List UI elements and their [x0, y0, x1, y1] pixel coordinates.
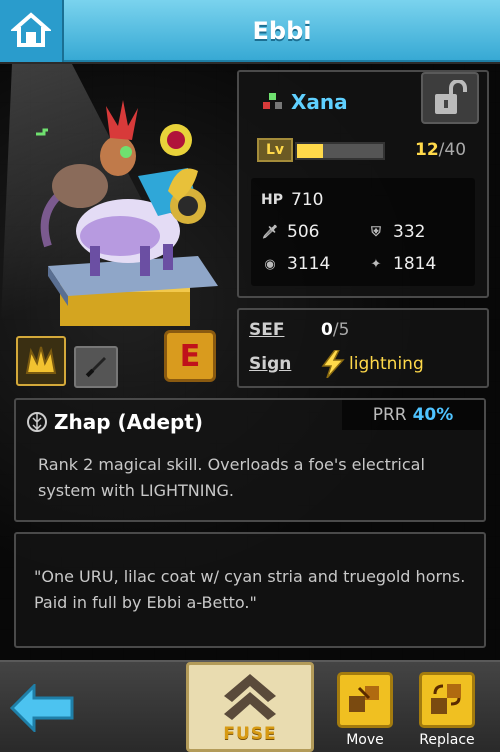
- unlock-icon: [435, 80, 467, 114]
- stat-magic-value: 3114: [287, 254, 331, 274]
- stat-speed-value: 1814: [393, 254, 437, 274]
- shield-icon: ⛨: [371, 224, 381, 240]
- prr-box: PRR 40%: [342, 400, 484, 430]
- fuse-label: FUSE: [223, 724, 277, 744]
- creature-illustration: [36, 100, 218, 326]
- sign-label[interactable]: Sign: [249, 354, 321, 374]
- sign-row: Sign lightning: [249, 350, 424, 378]
- sef-label[interactable]: SEF: [249, 320, 321, 340]
- level-current: 12: [415, 140, 439, 160]
- sword-icon: 🗡: [261, 224, 279, 240]
- replace-icon-box: [419, 672, 475, 728]
- skill-description: Rank 2 magical skill. Overloads a foe's …: [38, 455, 425, 500]
- stats-panel: Xana Lv 12/40 HP 710 🗡 506 ⛨ 332 ◉ 3114 …: [237, 70, 489, 298]
- move-icon-box: [337, 672, 393, 728]
- skill-slot-active[interactable]: [16, 336, 66, 386]
- stat-hp: HP 710: [261, 190, 323, 210]
- replace-label: Replace: [419, 732, 475, 748]
- stat-attack-value: 506: [287, 222, 320, 242]
- stat-defense: ⛨ 332: [367, 222, 425, 242]
- sign-value: lightning: [349, 354, 424, 374]
- replace-button[interactable]: Replace: [418, 672, 476, 748]
- move-button[interactable]: Move: [336, 672, 394, 748]
- fuse-button[interactable]: FUSE: [186, 662, 314, 752]
- skill-panel: PRR 40% Zhap (Adept) Rank 2 magical skil…: [14, 398, 486, 522]
- level-bar-fill: [297, 144, 323, 158]
- lore-quote: "One URU, lilac coat w/ cyan stria and t…: [34, 567, 466, 612]
- hp-label: HP: [261, 192, 283, 208]
- lightning-icon: [321, 350, 345, 378]
- stat-magic: ◉ 3114: [261, 254, 330, 274]
- level-row: Lv 12/40: [257, 136, 482, 166]
- page-title: Ebbi: [252, 17, 312, 45]
- sef-row: SEF 0/5: [249, 320, 349, 340]
- skill-name: Zhap (Adept): [54, 410, 204, 434]
- running-icon: ✦: [370, 256, 382, 272]
- skill-type-icon: [27, 412, 47, 432]
- back-arrow-icon: [9, 682, 74, 734]
- move-icon: [349, 686, 379, 712]
- stat-hp-value: 710: [291, 190, 324, 210]
- unit-name: Xana: [291, 90, 348, 114]
- fuse-chevron-icon: [224, 674, 276, 720]
- name-row: Xana: [261, 90, 348, 114]
- skill-title: Zhap (Adept): [26, 410, 203, 434]
- sef-value: 0: [321, 320, 333, 340]
- level-max: /40: [438, 140, 467, 160]
- lock-button[interactable]: [421, 72, 479, 124]
- dagger-icon: [85, 357, 106, 378]
- class-icon: [263, 93, 282, 109]
- stat-attack: 🗡 506: [261, 222, 320, 242]
- element-badge: E: [164, 330, 216, 382]
- home-icon: [11, 12, 51, 47]
- stat-defense-value: 332: [393, 222, 426, 242]
- level-badge: Lv: [257, 138, 293, 162]
- prr-label: PRR: [372, 405, 407, 425]
- stat-box: HP 710 🗡 506 ⛨ 332 ◉ 3114 ✦ 1814: [251, 178, 475, 286]
- move-label: Move: [346, 732, 384, 748]
- level-bar: [295, 142, 385, 160]
- bottom-bar: FUSE Move Replace: [0, 660, 500, 752]
- creature-body: [36, 100, 206, 276]
- skill-slot-secondary[interactable]: [74, 346, 118, 388]
- helmet-icon: ◉: [264, 256, 276, 272]
- home-button[interactable]: [0, 0, 64, 62]
- stat-speed: ✦ 1814: [367, 254, 437, 274]
- prr-value: 40%: [412, 405, 454, 425]
- crown-icon: [25, 346, 57, 374]
- back-button[interactable]: [9, 682, 76, 734]
- replace-icon: [431, 684, 461, 714]
- top-bar: Ebbi: [0, 0, 500, 62]
- level-text: 12/40: [415, 140, 466, 160]
- sef-max: /5: [332, 320, 350, 340]
- pedestal: [48, 256, 218, 326]
- lore-panel: "One URU, lilac coat w/ cyan stria and t…: [14, 532, 486, 648]
- sef-panel: SEF 0/5 Sign lightning: [237, 308, 489, 388]
